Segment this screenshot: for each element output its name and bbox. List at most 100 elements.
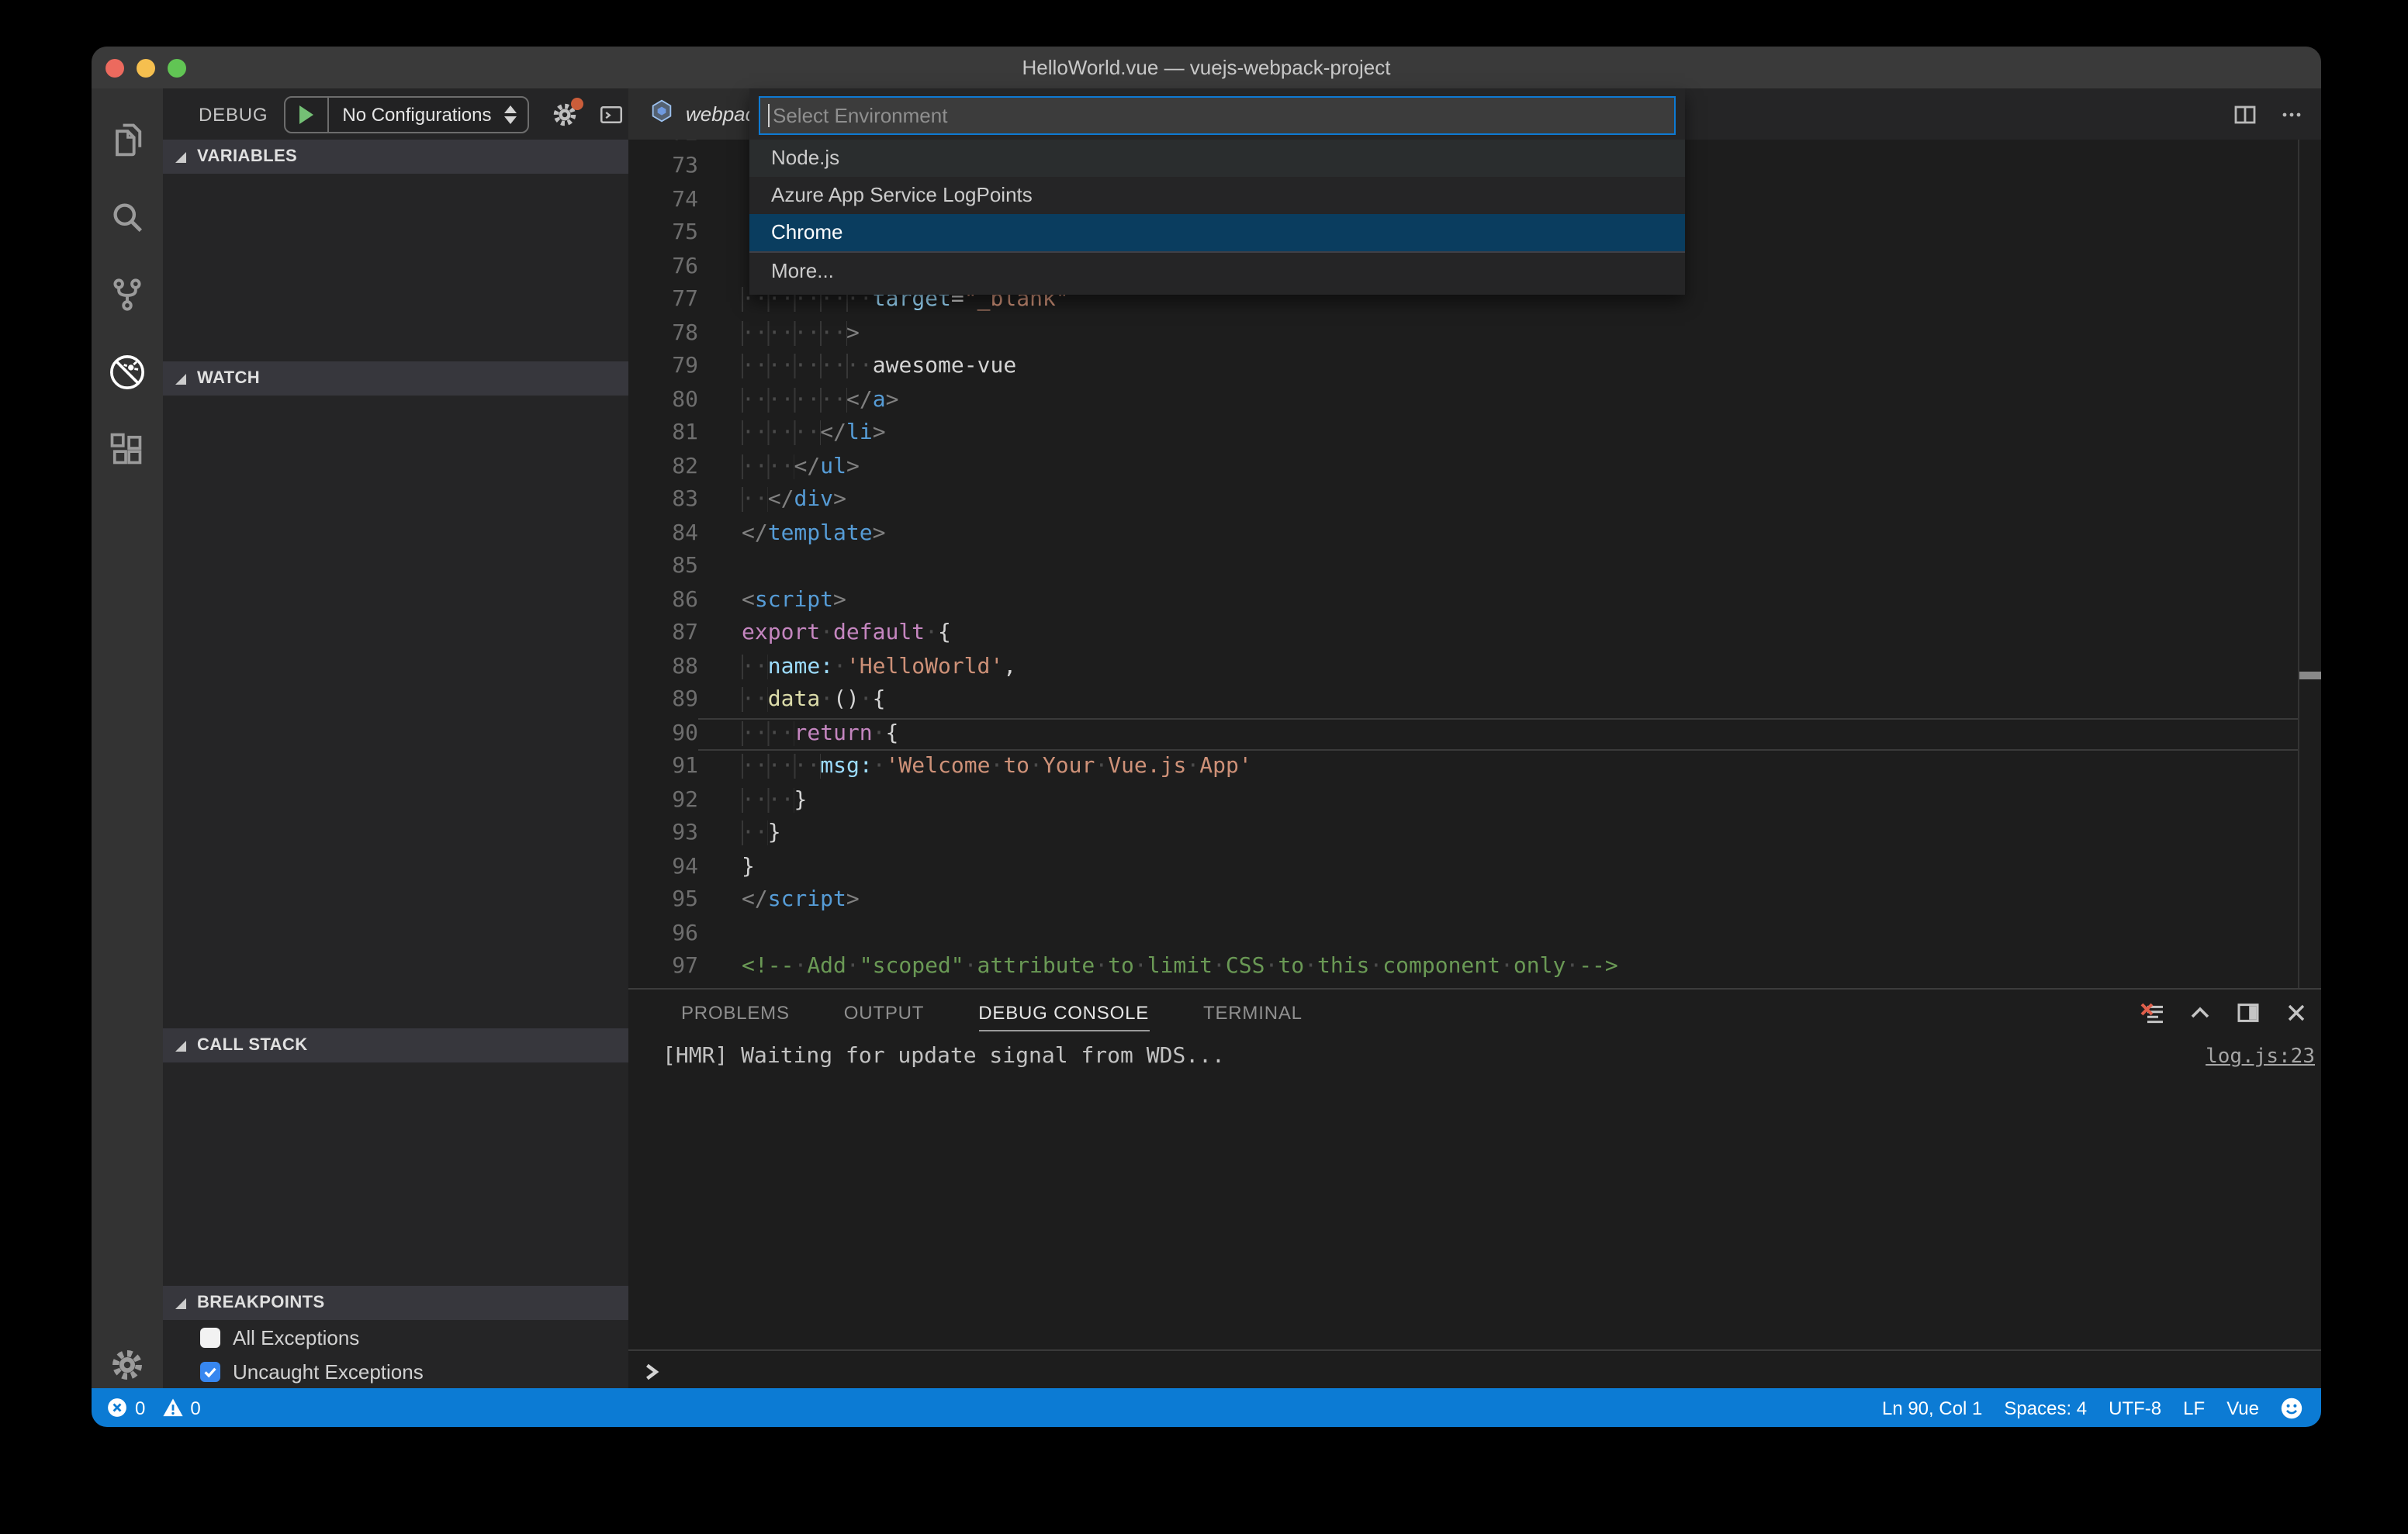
code-line-79: 79 ··········awesome-vue	[628, 351, 2321, 384]
debug-sidebar: DEBUG No Configurations VARIABLES WATCH CA…	[163, 88, 628, 1388]
line-number: 96	[672, 921, 698, 945]
debug-icon[interactable]	[92, 341, 163, 403]
checkbox[interactable]	[200, 1327, 220, 1347]
console-source-link[interactable]: log.js:23	[2206, 1041, 2315, 1073]
line-number: 84	[672, 520, 698, 545]
panel-tab-terminal[interactable]: TERMINAL	[1203, 990, 1303, 1036]
line-number: 95	[672, 887, 698, 912]
debug-console-input[interactable]	[628, 1349, 2321, 1391]
screen: HelloWorld.vue — vuejs-webpack-project D…	[0, 0, 2408, 1534]
code-line-80: 80 ········</a>	[628, 384, 2321, 417]
extensions-icon[interactable]	[92, 419, 163, 481]
code-line-90: 90 ····return·{	[628, 717, 2321, 751]
panel-tab-debug-console[interactable]: DEBUG CONSOLE	[978, 990, 1149, 1036]
code-line-86: 86 <script>	[628, 584, 2321, 617]
line-number: 88	[672, 654, 698, 679]
line-number: 76	[672, 254, 698, 278]
panel-tab-output[interactable]: OUTPUT	[844, 990, 924, 1036]
line-number: 79	[672, 354, 698, 378]
section-header-call-stack[interactable]: CALL STACK	[163, 1028, 628, 1062]
panel-tab-problems[interactable]: PROBLEMS	[681, 990, 790, 1036]
line-number: 92	[672, 787, 698, 812]
code-line-81: 81 ······</li>	[628, 417, 2321, 451]
twistie-icon	[175, 151, 186, 162]
select-environment-input[interactable]: Select Environment	[759, 96, 1676, 135]
start-debugging-icon[interactable]	[299, 105, 313, 123]
close-panel-button[interactable]	[2284, 1000, 2309, 1025]
status-item-spaces-4[interactable]: Spaces: 4	[2004, 1397, 2087, 1418]
code-line-85: 85	[628, 551, 2321, 584]
scrollbar-divider	[2298, 88, 2299, 988]
code-line-83: 83 ··</div>	[628, 484, 2321, 517]
code-line-97: 97 <!--·Add·"scoped"·attribute·to·limit·C…	[628, 951, 2321, 984]
debug-config-dropdown[interactable]: No Configurations	[283, 95, 529, 133]
line-number: 97	[672, 954, 698, 979]
console-log-text: [HMR] Waiting for update signal from WDS…	[663, 1044, 1225, 1069]
manage-gear-icon[interactable]	[92, 1334, 163, 1396]
code-line-94: 94}	[628, 851, 2321, 884]
clear-console-button[interactable]	[2140, 1000, 2164, 1025]
checkbox[interactable]	[200, 1361, 220, 1381]
line-number: 94	[672, 854, 698, 879]
files-icon[interactable]	[92, 109, 163, 171]
code-line-89: 89 ··data·()·{	[628, 684, 2321, 717]
maximize-panel-button[interactable]	[2188, 1000, 2213, 1025]
debug-toolbar: DEBUG No Configurations	[163, 88, 628, 140]
console-prompt-chevron-icon	[628, 1363, 661, 1390]
warning-icon	[162, 1398, 183, 1418]
code-line-91: 91 ······msg:·'Welcome·to·Your·Vue.js·App…	[628, 751, 2321, 784]
section-header-watch[interactable]: WATCH	[163, 361, 628, 396]
line-number: 75	[672, 220, 698, 245]
section-header-breakpoints[interactable]: BREAKPOINTS	[163, 1286, 628, 1320]
quick-pick-item-more-[interactable]: More...	[749, 251, 1685, 290]
code-line-82: 82 ····</ul>	[628, 451, 2321, 484]
search-icon[interactable]	[92, 186, 163, 248]
line-number: 77	[672, 287, 698, 312]
debug-view-title: DEBUG	[199, 103, 268, 125]
line-number: 82	[672, 454, 698, 479]
feedback-smiley-icon[interactable]	[2281, 1397, 2302, 1418]
editor-tab-label: webpac	[686, 102, 756, 126]
code-line-88: 88 ··name:·'HelloWorld',	[628, 651, 2321, 684]
error-count: 0	[135, 1397, 146, 1418]
editor-more-actions-button[interactable]	[2279, 102, 2304, 126]
status-bar: 0 0 Ln 90, Col 1 Spaces: 4 UTF-8 LF Vue	[92, 1388, 2321, 1427]
line-number: 91	[672, 754, 698, 779]
error-icon	[107, 1398, 127, 1418]
line-number: 87	[672, 620, 698, 645]
quick-pick-item-node-js[interactable]: Node.js	[749, 140, 1685, 177]
window-title: HelloWorld.vue — vuejs-webpack-project	[1022, 56, 1391, 79]
bottom-panel: PROBLEMS OUTPUT DEBUG CONSOLE TERMINAL [HMR…	[628, 988, 2321, 1388]
status-item-ln-90-col-1[interactable]: Ln 90, Col 1	[1882, 1397, 1982, 1418]
status-item-utf-8[interactable]: UTF-8	[2109, 1397, 2161, 1418]
status-item-vue[interactable]: Vue	[2226, 1397, 2259, 1418]
input-placeholder: Select Environment	[773, 104, 948, 127]
debug-console-toggle-icon[interactable]	[597, 100, 625, 128]
text-cursor	[768, 104, 770, 127]
line-number: 93	[672, 821, 698, 845]
warning-count: 0	[190, 1397, 201, 1418]
quick-pick-item-chrome[interactable]: Chrome	[749, 214, 1685, 251]
debug-config-label: No Configurations	[342, 103, 492, 125]
code-line-78: 78 ········>	[628, 317, 2321, 351]
overview-ruler-cursor-marker	[2299, 672, 2321, 679]
problems-status-item[interactable]: 0 0	[107, 1388, 210, 1427]
breakpoint-uncaught-exceptions[interactable]: Uncaught Exceptions	[163, 1354, 628, 1388]
console-log-row: [HMR] Waiting for update signal from WDS…	[663, 1041, 2315, 1073]
twistie-icon	[175, 373, 186, 384]
line-number: 81	[672, 420, 698, 445]
twistie-icon	[175, 1297, 186, 1308]
status-item-lf[interactable]: LF	[2183, 1397, 2205, 1418]
line-number: 90	[672, 720, 698, 745]
section-header-variables[interactable]: VARIABLES	[163, 140, 628, 174]
code-line-96: 96	[628, 917, 2321, 951]
code-line-92: 92 ····}	[628, 784, 2321, 817]
panel-position-button[interactable]	[2236, 1000, 2261, 1025]
source-control-icon[interactable]	[92, 264, 163, 326]
debug-configure-gear-icon[interactable]	[551, 97, 583, 128]
breakpoint-all-exceptions[interactable]: All Exceptions	[163, 1320, 628, 1354]
line-number: 80	[672, 387, 698, 412]
split-editor-button[interactable]	[2233, 102, 2258, 126]
line-number: 85	[672, 554, 698, 579]
quick-pick-item-azure-app-service-logpoints[interactable]: Azure App Service LogPoints	[749, 177, 1685, 214]
